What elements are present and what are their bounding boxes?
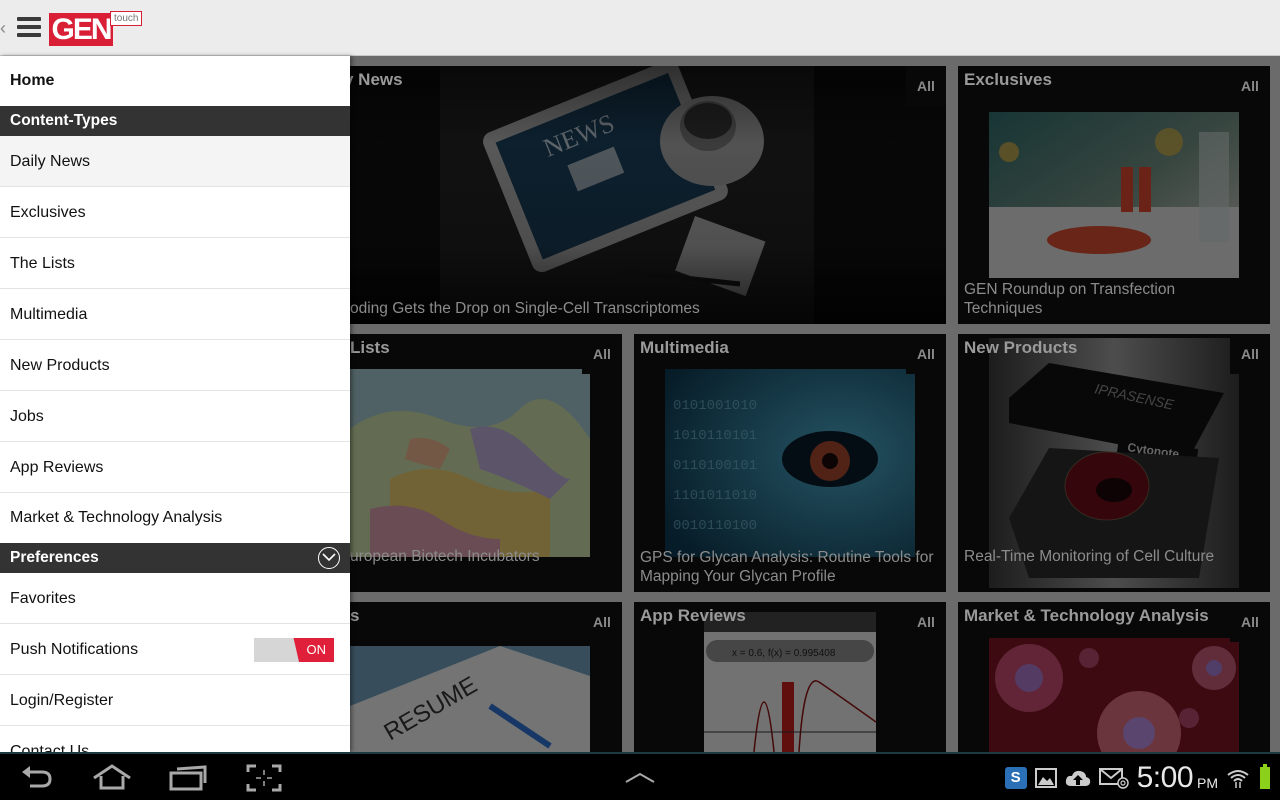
clock-time: 5:00 xyxy=(1136,761,1194,794)
tile-title: Market & Technology Analysis xyxy=(964,606,1209,625)
home-icon xyxy=(93,764,131,790)
tile-app-reviews[interactable]: x = 0.6, f(x) = 0.995408 App Reviews All xyxy=(634,602,946,752)
all-button[interactable]: All xyxy=(906,334,946,374)
tile-multimedia[interactable]: 0101001010 1010110101 0110100101 1101011… xyxy=(634,334,946,592)
chevron-up-icon xyxy=(625,772,655,783)
drawer-item-favorites[interactable]: Favorites xyxy=(0,573,350,624)
all-button[interactable]: All xyxy=(1230,334,1270,374)
hamburger-menu-icon[interactable] xyxy=(17,17,41,37)
section-header-content-types: Content-Types xyxy=(0,106,350,136)
toggle-on-label: ON xyxy=(293,638,334,662)
tile-dim-overlay xyxy=(272,66,946,324)
all-button[interactable]: All xyxy=(1230,602,1270,642)
gen-logo[interactable]: GEN xyxy=(49,13,113,46)
all-button[interactable]: All xyxy=(582,602,622,642)
tile-title: New Products xyxy=(964,338,1078,357)
app-bar: ‹ GEN touch xyxy=(0,0,1280,56)
tile-caption[interactable]: oding Gets the Drop on Single-Cell Trans… xyxy=(350,299,936,318)
wifi-icon xyxy=(1227,770,1249,788)
back-arrow-icon xyxy=(22,766,52,788)
status-area[interactable]: S 5:00 PM xyxy=(1004,760,1270,796)
drawer-item-market-technology-analysis[interactable]: Market & Technology Analysis xyxy=(0,493,350,543)
tile-caption[interactable]: uropean Biotech Incubators xyxy=(350,547,612,566)
tile-title: s xyxy=(350,606,360,625)
tile-new-products[interactable]: IPRASENSE Cytonote New Products All Real… xyxy=(958,334,1270,592)
cloud-upload-icon xyxy=(1065,770,1090,786)
section-header-label: Preferences xyxy=(10,549,99,566)
system-navigation-bar: S 5:00 PM xyxy=(0,752,1280,800)
recent-apps-button[interactable] xyxy=(168,764,208,792)
back-button[interactable] xyxy=(20,764,60,792)
drawer-item-contact-us[interactable]: Contact Us xyxy=(0,726,350,752)
drawer-item-app-reviews[interactable]: App Reviews xyxy=(0,442,350,493)
tile-market-technology-analysis[interactable]: Market & Technology Analysis All xyxy=(958,602,1270,752)
drawer-item-login-register[interactable]: Login/Register xyxy=(0,675,350,726)
tile-daily-news[interactable]: NEWS y News All oding Gets the Drop on S… xyxy=(272,66,946,324)
recent-apps-icon xyxy=(169,765,207,791)
drawer-item-multimedia[interactable]: Multimedia xyxy=(0,289,350,340)
drawer-item-home[interactable]: Home xyxy=(0,56,350,106)
tile-title: App Reviews xyxy=(640,606,746,625)
screenshot-button[interactable] xyxy=(246,764,286,792)
navigation-drawer: Home Content-Types Daily News Exclusives… xyxy=(0,56,350,752)
home-button[interactable] xyxy=(92,764,132,792)
tile-title: y News xyxy=(344,70,403,89)
all-button[interactable]: All xyxy=(906,602,946,642)
collapse-chevron-icon[interactable] xyxy=(318,547,340,569)
tile-caption[interactable]: Real-Time Monitoring of Cell Culture xyxy=(964,547,1260,566)
clock-ampm: PM xyxy=(1197,775,1218,791)
all-button[interactable]: All xyxy=(906,66,946,106)
expand-panel-button[interactable] xyxy=(620,764,660,792)
skype-icon: S xyxy=(1004,767,1027,789)
all-button[interactable]: All xyxy=(582,334,622,374)
tile-exclusives[interactable]: Exclusives All GEN Roundup on Transfecti… xyxy=(958,66,1270,324)
drawer-item-jobs[interactable]: Jobs xyxy=(0,391,350,442)
drawer-item-new-products[interactable]: New Products xyxy=(0,340,350,391)
app-root: NEWS y News All oding Gets the Drop on S… xyxy=(0,0,1280,800)
logo-touch-badge: touch xyxy=(110,11,143,26)
section-header-preferences[interactable]: Preferences xyxy=(0,543,350,573)
battery-icon xyxy=(1260,764,1270,789)
tile-caption[interactable]: GEN Roundup on Transfection Techniques xyxy=(964,280,1204,318)
gallery-icon xyxy=(1034,768,1057,788)
drawer-item-daily-news[interactable]: Daily News xyxy=(0,136,350,187)
email-icon xyxy=(1098,768,1129,789)
screenshot-icon xyxy=(246,764,282,792)
push-notifications-toggle[interactable]: ON xyxy=(254,638,334,662)
tile-title: Multimedia xyxy=(640,338,729,357)
tile-title: Lists xyxy=(350,338,390,357)
tile-title: Exclusives xyxy=(964,70,1052,89)
drawer-item-push-notifications[interactable]: Push Notifications ON xyxy=(0,624,350,675)
all-button[interactable]: All xyxy=(1230,66,1270,106)
push-notifications-label: Push Notifications xyxy=(10,641,139,658)
up-chevron-icon[interactable]: ‹ xyxy=(0,18,8,38)
drawer-item-exclusives[interactable]: Exclusives xyxy=(0,187,350,238)
drawer-item-the-lists[interactable]: The Lists xyxy=(0,238,350,289)
tile-caption[interactable]: GPS for Glycan Analysis: Routine Tools f… xyxy=(640,548,936,586)
